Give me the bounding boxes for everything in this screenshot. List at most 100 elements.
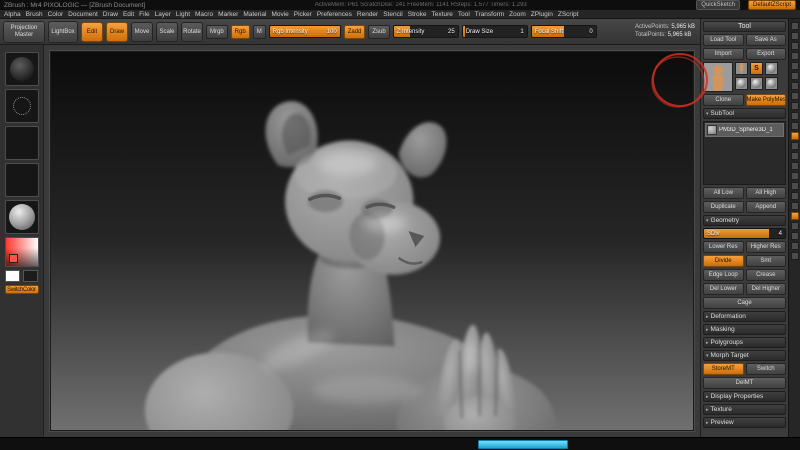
recent-tool-sphere[interactable]	[750, 77, 763, 90]
current-tool-thumbnail[interactable]	[703, 62, 733, 92]
recent-tool-zsphere[interactable]: S	[750, 62, 763, 75]
z-intensity-slider[interactable]: Z Intensity 25	[393, 25, 459, 38]
menu-item[interactable]: Stencil	[383, 11, 403, 18]
palette-icon[interactable]	[791, 102, 799, 110]
m-toggle[interactable]: M	[253, 25, 266, 39]
menu-item[interactable]: Layer	[155, 11, 171, 18]
palette-icon[interactable]	[791, 232, 799, 240]
all-low-button[interactable]: All Low	[703, 187, 744, 199]
del-higher-button[interactable]: Del Higher	[746, 283, 787, 295]
zsub-toggle[interactable]: Zsub	[368, 25, 389, 39]
recent-tool-sphere[interactable]	[765, 62, 778, 75]
material-selector[interactable]	[5, 200, 39, 234]
palette-icon[interactable]	[791, 42, 799, 50]
focal-shift-slider[interactable]: Focal Shift 0	[531, 25, 597, 38]
menu-item[interactable]: Texture	[432, 11, 453, 18]
menu-item[interactable]: Material	[243, 11, 266, 18]
divide-button[interactable]: Divide	[703, 255, 744, 267]
palette-icon[interactable]	[791, 192, 799, 200]
menu-item[interactable]: Preferences	[317, 11, 352, 18]
palette-icon[interactable]	[791, 122, 799, 130]
load-tool-button[interactable]: Load Tool	[703, 34, 744, 46]
switch-mt-button[interactable]: Switch	[746, 363, 787, 375]
subtool-section-header[interactable]: ▾ SubTool	[703, 108, 786, 119]
palette-icon[interactable]	[791, 22, 799, 30]
append-button[interactable]: Append	[746, 201, 787, 213]
switch-color-button[interactable]: SwitchColor	[5, 285, 39, 294]
menu-item[interactable]: Color	[48, 11, 64, 18]
recent-tool-sphere[interactable]	[765, 77, 778, 90]
sdiv-slider[interactable]: SDiv 4	[703, 228, 786, 239]
palette-icon[interactable]	[791, 202, 799, 210]
section-header[interactable]: ▸ Texture	[703, 404, 786, 415]
menu-item[interactable]: Alpha	[4, 11, 21, 18]
scale-mode-button[interactable]: Scale	[156, 22, 178, 42]
palette-icon[interactable]	[791, 222, 799, 230]
higher-res-button[interactable]: Higher Res	[746, 241, 787, 253]
clone-button[interactable]: Clone	[703, 94, 744, 106]
projection-master-button[interactable]: Projection Master	[3, 21, 45, 43]
mrgb-toggle[interactable]: Mrgb	[206, 25, 228, 39]
palette-icon[interactable]	[791, 162, 799, 170]
all-high-button[interactable]: All High	[746, 187, 787, 199]
morph-target-section-header[interactable]: ▾ Morph Target	[703, 350, 786, 361]
move-mode-button[interactable]: Move	[131, 22, 153, 42]
default-zscript-button[interactable]: DefaultZScript	[748, 0, 796, 10]
main-color-swatch[interactable]	[5, 270, 20, 282]
menu-item[interactable]: Document	[68, 11, 98, 18]
brush-selector[interactable]	[5, 52, 39, 86]
cage-button[interactable]: Cage	[703, 297, 786, 309]
draw-mode-button[interactable]: Draw	[106, 22, 128, 42]
save-as-button[interactable]: Save As	[746, 34, 787, 46]
palette-icon[interactable]	[791, 82, 799, 90]
menu-item[interactable]: File	[139, 11, 149, 18]
subtool-list-item[interactable]: PM3D_Sphere3D_1	[705, 123, 784, 137]
palette-icon[interactable]	[791, 182, 799, 190]
smt-toggle[interactable]: Smt	[746, 255, 787, 267]
secondary-color-swatch[interactable]	[23, 270, 38, 282]
menu-item[interactable]: Marker	[218, 11, 238, 18]
geometry-section-header[interactable]: ▾ Geometry	[703, 215, 786, 226]
texture-selector[interactable]	[5, 163, 39, 197]
recent-tool-sphere[interactable]	[735, 77, 748, 90]
menu-item[interactable]: ZPlugin	[531, 11, 553, 18]
document-canvas[interactable]	[50, 51, 694, 431]
menu-item[interactable]: Edit	[123, 11, 134, 18]
section-header[interactable]: ▸ Display Properties	[703, 391, 786, 402]
menu-item[interactable]: Movie	[271, 11, 288, 18]
section-header[interactable]: ▸ Preview	[703, 417, 786, 428]
section-header[interactable]: ▸ Deformation	[703, 311, 786, 322]
draw-size-slider[interactable]: Draw Size 1	[462, 25, 528, 38]
menu-item[interactable]: Stroke	[408, 11, 427, 18]
palette-icon[interactable]	[791, 132, 799, 140]
color-picker[interactable]	[5, 237, 39, 267]
palette-icon[interactable]	[791, 242, 799, 250]
palette-icon[interactable]	[791, 142, 799, 150]
taskbar-active-app[interactable]	[478, 440, 568, 449]
palette-icon[interactable]	[791, 62, 799, 70]
rotate-mode-button[interactable]: Rotate	[181, 22, 203, 42]
subtool-list[interactable]: PM3D_Sphere3D_1	[703, 121, 786, 185]
menu-item[interactable]: Transform	[475, 11, 504, 18]
palette-icon[interactable]	[791, 32, 799, 40]
palette-icon[interactable]	[791, 72, 799, 80]
edge-loop-button[interactable]: Edge Loop	[703, 269, 744, 281]
store-mt-button[interactable]: StoreMT	[703, 363, 744, 375]
palette-icon[interactable]	[791, 252, 799, 260]
edit-mode-button[interactable]: Edit	[81, 22, 103, 42]
crease-button[interactable]: Crease	[746, 269, 787, 281]
zadd-toggle[interactable]: Zadd	[344, 25, 366, 39]
palette-icon[interactable]	[791, 152, 799, 160]
palette-icon[interactable]	[791, 172, 799, 180]
palette-icon[interactable]	[791, 212, 799, 220]
menu-item[interactable]: Picker	[294, 11, 312, 18]
menu-item[interactable]: Light	[176, 11, 190, 18]
import-button[interactable]: Import	[703, 48, 744, 60]
menu-item[interactable]: Macro	[195, 11, 213, 18]
del-mt-button[interactable]: DelMT	[703, 377, 786, 389]
recent-tool-figure[interactable]	[735, 62, 748, 75]
menu-item[interactable]: Zoom	[509, 11, 526, 18]
alpha-selector[interactable]	[5, 126, 39, 160]
menu-item[interactable]: ZScript	[558, 11, 579, 18]
make-polymesh3d-button[interactable]: Make PolyMesh3D	[746, 94, 787, 106]
